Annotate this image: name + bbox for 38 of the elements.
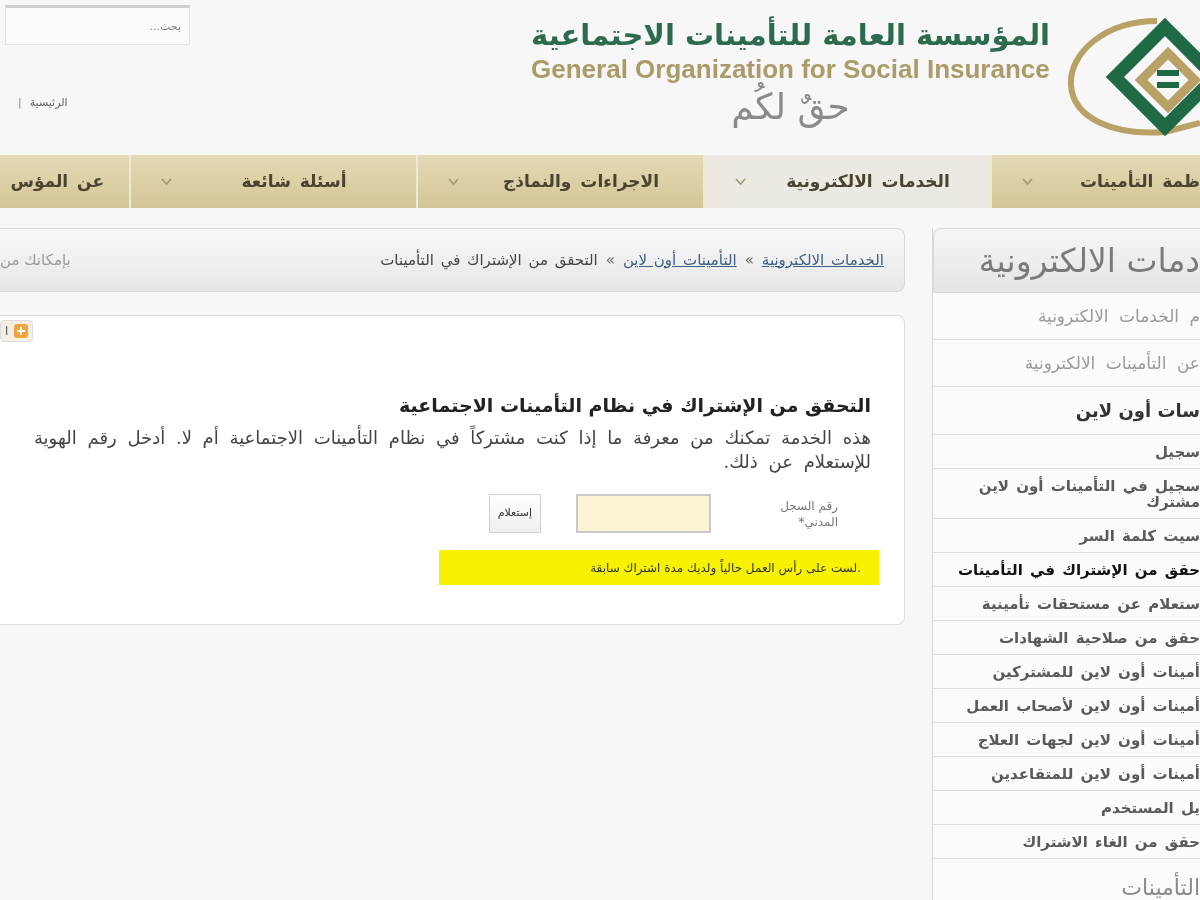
sidebar-item[interactable]: سجيل (933, 435, 1200, 469)
link-separator: | (18, 95, 22, 111)
breadcrumb-current: التحقق من الإشتراك في التأمينات (380, 248, 598, 272)
home-link[interactable]: الرئيسية (29, 95, 68, 112)
sidebar-item[interactable]: حقق من صلاحية الشهادات (933, 621, 1200, 655)
sidebar-item[interactable]: أمينات أون لاين للمشتركين (933, 655, 1200, 689)
breadcrumb-separator: » (605, 249, 615, 271)
sidebar-item[interactable]: حقق من الإشتراك في التأمينات (933, 553, 1200, 587)
breadcrumb-link[interactable]: التأمينات أون لاين (622, 248, 737, 272)
nav-menu-item[interactable]: عن المؤس (0, 155, 129, 208)
breadcrumb-separator: » (744, 249, 754, 271)
plus-icon (14, 324, 29, 338)
sidebar-item[interactable]: سيت كلمة السر (933, 519, 1200, 553)
form-label: رقم السجل المدني* (779, 497, 838, 530)
sidebar-item[interactable]: أمينات أون لاين للمتقاعدين (933, 757, 1200, 791)
organization-name-english: General Organization for Social Insurance (531, 54, 1050, 84)
result-message: لست على رأس العمل حالياً ولديك مدة اشتراك سابقة. (439, 550, 879, 585)
search-field[interactable]: بحث... (5, 5, 190, 45)
page-title: التحقق من الإشتراك في نظام التأمينات الاجتماعية (398, 392, 871, 418)
nav-menu-item[interactable]: أسئلة شائعة (129, 155, 416, 208)
sidebar-item[interactable]: سجيل في التأمينات أون لاين مشترك (933, 469, 1200, 519)
query-button[interactable]: إستعلام (488, 494, 541, 533)
breadcrumb-link[interactable]: الخدمات الالكترونية (761, 248, 884, 272)
sidebar-item[interactable]: أمينات أون لاين لجهات العلاج (933, 723, 1200, 757)
tool-button[interactable]: ا (0, 320, 34, 342)
sidebar-heading[interactable]: التأمينات (933, 859, 1200, 900)
sidebar-item[interactable]: حقق من الغاء الاشتراك (933, 825, 1200, 859)
sidebar-item[interactable]: يل المستخدم (933, 791, 1200, 825)
nav-menu-item[interactable]: الاجراءات والنماذج (416, 155, 703, 208)
info-text: بإمكانك من (0, 249, 71, 271)
nav-menu-item[interactable]: الخدمات الالكترونية (703, 155, 990, 208)
sidebar-section[interactable]: سات أون لاين (933, 387, 1200, 435)
sidebar-title: دمات الالكترونية (933, 228, 1200, 293)
organization-name: المؤسسة العامة للتأمينات الاجتماعية (531, 16, 1050, 54)
sidebar-item[interactable]: ستعلام عن مستحقات تأمينية (933, 587, 1200, 621)
sidebar-item[interactable]: أمينات أون لاين لأصحاب العمل (933, 689, 1200, 723)
description-text: هذه الخدمة تمكنك من معرفة ما إذا كنت مشتركاً في نظام التأمينات الاجتماعية أم لا. أدخل رقم الهوية للإستعلام عن ذلك. (32, 426, 871, 474)
id-number-field[interactable] (576, 494, 711, 533)
